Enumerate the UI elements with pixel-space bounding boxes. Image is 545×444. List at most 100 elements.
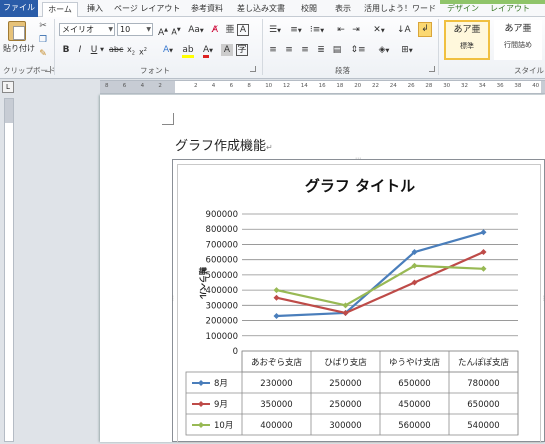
ruler-number: 38 <box>514 83 522 89</box>
bold-icon[interactable]: B <box>61 44 71 56</box>
chart-area[interactable]: グラフ タイトル 900000 800000 700000 600000 500000 40… <box>177 164 541 443</box>
paragraph-group-label: 段落 <box>335 66 350 75</box>
line-chart: グラフ タイトル 900000 800000 700000 600000 500000 40… <box>185 177 519 436</box>
horizontal-ruler[interactable]: 8 6 4 2 2 4 6 8 10 12 14 16 18 20 22 24 26 28 30 32 34 36 38 40 <box>100 80 545 94</box>
borders-icon[interactable]: ⊞▼ <box>398 44 416 57</box>
font-name-value: メイリオ <box>62 25 94 34</box>
tab-layout[interactable]: レイアウト <box>488 2 532 17</box>
chart-object[interactable]: ⋯ ⋮ ⋮ グラフ タイトル 900000 800000 700000 600000 50… <box>170 155 545 443</box>
font-color-icon[interactable]: A▼ <box>200 44 216 58</box>
chevron-down-icon: ▼ <box>146 26 151 33</box>
format-painter-icon[interactable]: ✎ <box>38 48 48 60</box>
legend-series-name: 10月 <box>214 421 233 431</box>
data-point <box>273 294 280 301</box>
document-page[interactable]: グラフ作成機能↵ ⋯ ⋮ ⋮ グラフ タイトル 900000 800000 70000… <box>100 95 545 443</box>
font-size-select[interactable]: 10 ▼ <box>117 23 153 36</box>
paste-button[interactable]: 貼り付け <box>2 43 36 55</box>
tab-design[interactable]: デザイン <box>444 2 482 17</box>
vertical-ruler[interactable] <box>4 98 14 442</box>
font-launcher-icon[interactable] <box>250 66 256 72</box>
phonetic-guide-icon[interactable]: 亜 <box>224 24 236 36</box>
paragraph-launcher-icon[interactable] <box>429 66 435 72</box>
tab-addin[interactable]: 活用しよう！ワード <box>364 2 436 17</box>
ruler-number: 18 <box>336 83 344 89</box>
y-tick-label: 700000 <box>206 240 238 250</box>
chart-title: グラフ タイトル <box>305 177 415 195</box>
ruler-number: 16 <box>318 83 326 89</box>
shrink-font-icon[interactable]: A▼ <box>170 24 182 39</box>
ruler-number: 14 <box>300 83 308 89</box>
increase-indent-icon[interactable]: ⇥ <box>350 24 362 36</box>
group-separator <box>438 19 439 75</box>
ruler-number: 40 <box>532 83 540 89</box>
subscript-icon[interactable]: x2 <box>126 44 136 60</box>
tab-mailings[interactable]: 差し込み文書 <box>234 2 288 17</box>
italic-icon[interactable]: I <box>75 44 85 56</box>
tab-insert[interactable]: 挿入 <box>84 2 106 17</box>
legend-key-marker <box>198 422 204 428</box>
chevron-down-icon: ▼ <box>108 26 113 33</box>
line-spacing-icon[interactable]: ⇕≡ <box>349 44 367 56</box>
distributed-icon[interactable]: ▤ <box>331 44 343 56</box>
tab-view[interactable]: 表示 <box>330 2 356 17</box>
show-marks-icon[interactable]: ↲ <box>418 22 432 37</box>
ruler-number: 10 <box>265 83 273 89</box>
highlight-icon[interactable]: ab <box>180 44 196 58</box>
paste-icon[interactable] <box>8 21 26 41</box>
resize-handle[interactable]: ⋯ <box>355 155 361 162</box>
styles-group-label: スタイル <box>514 66 544 75</box>
y-tick-label: 300000 <box>206 301 238 311</box>
cut-icon[interactable]: ✂ <box>38 20 48 32</box>
style-normal[interactable]: あア亜 標準 <box>444 20 490 60</box>
data-table-value: 450000 <box>398 400 430 410</box>
clipboard-launcher-icon[interactable] <box>45 66 51 72</box>
tab-page-layout[interactable]: ページ レイアウト <box>114 2 180 17</box>
multilevel-list-icon[interactable]: ⁝≡▼ <box>308 24 326 37</box>
justify-icon[interactable]: ≣ <box>315 44 327 56</box>
data-table-value: 300000 <box>329 421 361 431</box>
tab-file[interactable]: ファイル <box>0 0 38 17</box>
text-effect-icon[interactable]: A▼ <box>160 44 176 57</box>
data-point <box>273 287 280 294</box>
style-no-spacing-name: 行間詰め <box>504 41 532 49</box>
sort-icon[interactable]: ↓A <box>397 24 411 36</box>
align-right-icon[interactable]: ≡ <box>299 44 311 56</box>
east-asian-layout-icon[interactable]: ✕▼ <box>370 24 388 37</box>
align-left-icon[interactable]: ≡ <box>267 44 279 56</box>
data-table-value: 650000 <box>467 400 499 410</box>
align-center-icon[interactable]: ≡ <box>283 44 295 56</box>
chevron-down-icon[interactable]: ▼ <box>99 44 105 56</box>
char-shading-icon[interactable]: A <box>221 44 233 56</box>
enclosed-char-icon[interactable]: A <box>237 24 249 36</box>
clear-format-icon[interactable]: A̸ <box>208 24 222 36</box>
style-no-spacing[interactable]: あア亜 行間詰め <box>494 20 542 60</box>
y-tick-label: 600000 <box>206 256 238 266</box>
series-line <box>276 264 484 307</box>
numbering-icon[interactable]: ≡▼ <box>287 24 305 37</box>
legend-series-name: 9月 <box>214 400 228 410</box>
bullets-icon[interactable]: ☰▼ <box>266 24 284 37</box>
copy-icon[interactable]: ❐ <box>38 34 48 46</box>
tab-review[interactable]: 校閲 <box>296 2 322 17</box>
tab-selector[interactable]: L <box>2 81 14 93</box>
strikethrough-icon[interactable]: abc <box>109 44 123 56</box>
grow-font-icon[interactable]: A▲ <box>157 24 169 39</box>
data-table-value: 250000 <box>329 400 361 410</box>
style-no-spacing-preview: あア亜 <box>504 24 532 34</box>
resize-handle[interactable]: ⋮ <box>170 295 176 302</box>
font-group-label: フォント <box>140 66 170 75</box>
font-name-select[interactable]: メイリオ ▼ <box>59 23 115 36</box>
decrease-indent-icon[interactable]: ⇤ <box>335 24 347 36</box>
change-case-icon[interactable]: Aa▼ <box>187 24 205 37</box>
char-border-icon[interactable]: 字 <box>236 44 248 56</box>
superscript-icon[interactable]: x2 <box>138 44 148 59</box>
ruler-number: 30 <box>443 83 451 89</box>
tab-home[interactable]: ホーム <box>42 2 78 18</box>
style-normal-name: 標準 <box>460 42 474 50</box>
underline-icon[interactable]: U <box>89 44 99 56</box>
data-table-value: 250000 <box>329 379 361 389</box>
group-separator <box>54 19 55 75</box>
shading-icon[interactable]: ◈▼ <box>375 44 393 57</box>
tab-references[interactable]: 参考資料 <box>186 2 228 17</box>
document-heading[interactable]: グラフ作成機能↵ <box>175 135 273 154</box>
